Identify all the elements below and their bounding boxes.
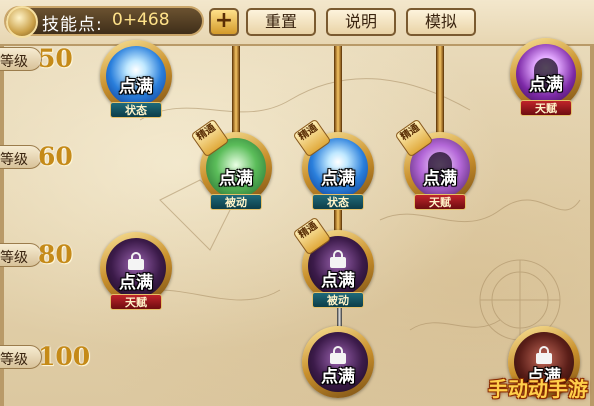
skill-node-r2-right[interactable]: 点满 天赋 精通 — [394, 118, 480, 210]
reset-button[interactable]: 重置 — [246, 8, 316, 36]
skill-status-text: 点满 — [321, 271, 355, 291]
mastery-badge-text: 精通 — [296, 220, 320, 241]
skill-point-icon — [6, 6, 38, 38]
skill-type-tag: 被动 — [312, 292, 364, 308]
skill-type-tag: 天赋 — [414, 194, 466, 210]
level-label: 等级 — [0, 152, 28, 168]
level-value: 80 — [38, 240, 73, 269]
skill-type-tag: 状态 — [312, 194, 364, 210]
skill-type-tag: 天赋 — [110, 294, 162, 310]
level-label: 等级 — [0, 352, 28, 368]
skill-points-value: 0+468 — [112, 10, 170, 30]
skill-status-text: 点满 — [119, 273, 153, 293]
skill-status-text: 点满 — [219, 169, 253, 189]
lock-icon — [128, 252, 144, 270]
lock-icon — [536, 346, 552, 364]
info-button[interactable]: 说明 — [326, 8, 396, 36]
skill-node-r1-right[interactable]: 点满 天赋 — [506, 34, 586, 116]
skill-icon: 点满 — [106, 46, 166, 106]
level-value: 50 — [38, 44, 73, 73]
skill-status-text: 点满 — [423, 169, 457, 189]
skill-node-r3-mid[interactable]: 点满 被动 精通 — [292, 216, 378, 308]
level-label: 等级 — [0, 54, 28, 70]
level-tag-100: 等级 100 — [0, 342, 91, 372]
skill-status-text: 点满 — [119, 77, 153, 97]
skill-icon: 点满 — [308, 332, 368, 392]
level-value: 60 — [38, 142, 73, 171]
skill-type-tag: 状态 — [110, 102, 162, 118]
mastery-badge-text: 精通 — [194, 122, 218, 143]
lock-icon — [330, 346, 346, 364]
level-label: 等级 — [0, 250, 28, 266]
skill-link — [436, 44, 444, 136]
skill-link — [232, 44, 240, 136]
skill-node-r2-left[interactable]: 点满 被动 精通 — [190, 118, 276, 210]
simulate-button[interactable]: 模拟 — [406, 8, 476, 36]
skill-link — [334, 44, 342, 136]
skill-status-text: 点满 — [529, 75, 563, 95]
level-tag-80: 等级 80 — [0, 240, 88, 270]
level-tag-60: 等级 60 — [0, 142, 88, 172]
skill-points-label: 技能点: — [42, 15, 103, 35]
level-tag-50: 等级 50 — [0, 44, 88, 74]
skill-node-r4-mid[interactable]: 点满 — [298, 322, 378, 402]
skill-status-text: 点满 — [321, 169, 355, 189]
skill-node-r2-mid[interactable]: 点满 状态 精通 — [292, 118, 378, 210]
watermark-text: 手动动手游 — [488, 377, 588, 401]
skill-node-r1-left[interactable]: 点满 状态 — [96, 36, 176, 118]
add-skill-points-button[interactable]: + — [209, 8, 239, 36]
mastery-badge-text: 精通 — [296, 122, 320, 143]
skill-tree-screen: 技能点: 0+468 + 重置 说明 模拟 等级 50 等级 60 等级 80 … — [0, 0, 594, 406]
skill-icon: 点满 — [106, 238, 166, 298]
skill-type-tag: 天赋 — [520, 100, 572, 116]
mastery-badge-text: 精通 — [398, 122, 422, 143]
skill-node-r3-left[interactable]: 点满 天赋 — [96, 228, 176, 310]
level-value: 100 — [38, 342, 91, 371]
top-bar: 技能点: 0+468 + 重置 说明 模拟 — [0, 0, 594, 46]
skill-icon: 点满 — [516, 44, 576, 104]
skill-status-text: 点满 — [321, 367, 355, 387]
skill-type-tag: 被动 — [210, 194, 262, 210]
frame-right-edge — [590, 44, 594, 406]
lock-icon — [330, 250, 346, 268]
